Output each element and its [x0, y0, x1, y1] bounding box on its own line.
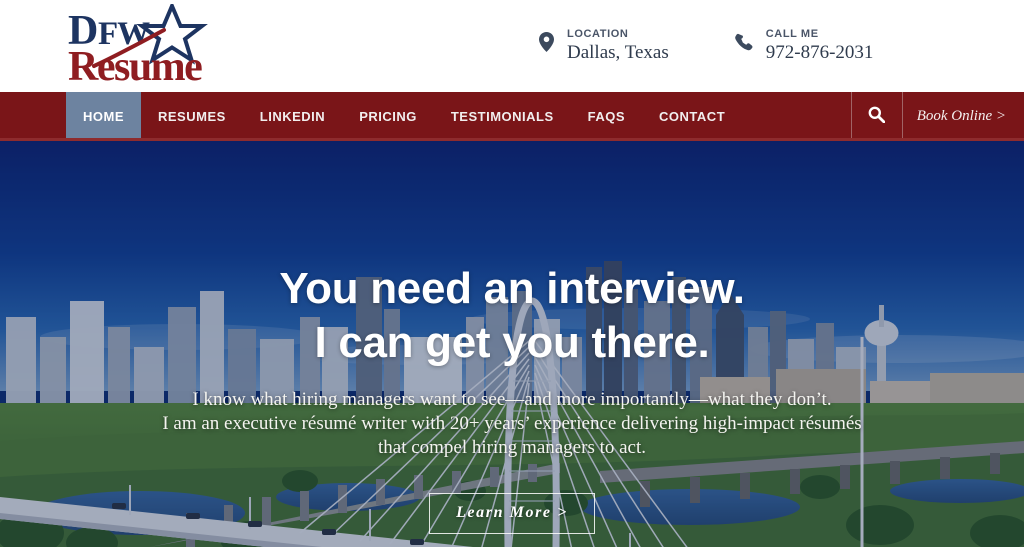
nav-item-contact[interactable]: CONTACT: [642, 92, 742, 141]
site-logo[interactable]: D FW Resume: [66, 4, 226, 86]
phone-icon: [735, 29, 755, 55]
book-online-link[interactable]: Book Online >: [903, 92, 1024, 141]
header-location-block: LOCATION Dallas, Texas: [536, 27, 669, 65]
hero-headline-line-2: I can get you there.: [314, 318, 710, 367]
nav-item-testimonials[interactable]: TESTIMONIALS: [434, 92, 571, 141]
hero-sub-line-2: I am an executive résumé writer with 20+…: [162, 413, 862, 434]
nav-item-pricing[interactable]: PRICING: [342, 92, 434, 141]
hero-sub-line-1: I know what hiring managers want to see—…: [192, 389, 832, 410]
phone-label: CALL ME: [765, 28, 819, 40]
learn-more-button[interactable]: Learn More >: [429, 493, 595, 534]
nav-item-faqs[interactable]: FAQS: [571, 92, 642, 141]
svg-text:Resume: Resume: [68, 44, 202, 86]
hero-headline-line-1: You need an interview.: [279, 264, 745, 313]
nav-items: HOME RESUMES LINKEDIN PRICING TESTIMONIA…: [66, 92, 742, 141]
search-button[interactable]: [852, 92, 902, 141]
hero-headline: You need an interview. I can get you the…: [279, 262, 745, 370]
nav-actions: Book Online >: [850, 92, 1024, 141]
nav-item-home[interactable]: HOME: [66, 92, 141, 141]
hero-subheadline: I know what hiring managers want to see—…: [162, 388, 861, 460]
map-pin-icon: [536, 29, 556, 55]
logo-graphic: D FW Resume: [68, 4, 208, 86]
location-value: Dallas, Texas: [567, 42, 669, 63]
nav-item-linkedin[interactable]: LINKEDIN: [243, 92, 342, 141]
phone-value[interactable]: 972-876-2031: [766, 41, 874, 65]
site-header: D FW Resume LOCATION Dallas, Texas CALL …: [0, 0, 1024, 92]
search-icon: [868, 106, 886, 128]
header-phone-block[interactable]: CALL ME 972-876-2031: [735, 27, 874, 65]
hero-sub-line-3: that compel hiring managers to act.: [377, 437, 647, 458]
hero-section: You need an interview. I can get you the…: [0, 141, 1024, 547]
main-navigation: HOME RESUMES LINKEDIN PRICING TESTIMONIA…: [0, 92, 1024, 141]
location-label: LOCATION: [567, 28, 629, 40]
header-contact-info: LOCATION Dallas, Texas CALL ME 972-876-2…: [536, 27, 873, 65]
nav-item-resumes[interactable]: RESUMES: [141, 92, 243, 141]
hero-content: You need an interview. I can get you the…: [0, 141, 1024, 547]
